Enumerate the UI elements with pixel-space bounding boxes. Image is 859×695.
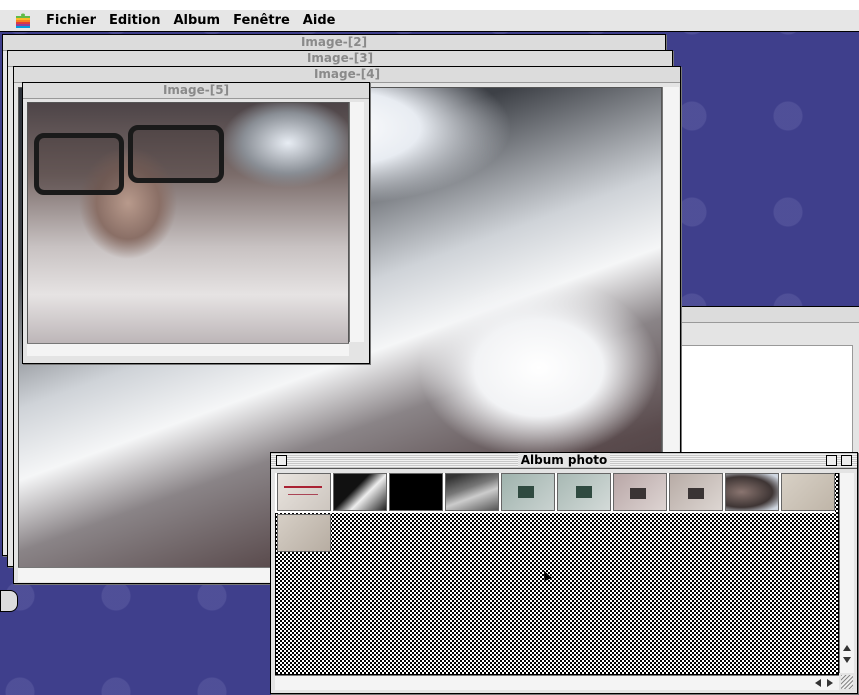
scroll-right-arrow-icon[interactable] [827,679,833,687]
glasses-left-lens [34,133,124,195]
menu-edition[interactable]: Edition [109,13,161,28]
thumbnail-face[interactable] [725,473,779,511]
scroll-down-arrow-icon[interactable] [843,657,851,663]
thumbnail-note[interactable] [277,473,331,511]
thumbnail-camera-4[interactable] [669,473,723,511]
menu-fenetre[interactable]: Fenêtre [233,13,290,28]
menu-bar: Fichier Edition Album Fenêtre Aide [0,10,859,32]
image-5-photo [27,102,349,344]
glasses-right-lens [128,125,224,183]
thumbnail-camera-2[interactable] [557,473,611,511]
resize-grip-icon[interactable] [841,675,853,689]
desktop: Fichier Edition Album Fenêtre Aide Image… [0,0,859,695]
image-2-title[interactable]: Image-[2] [3,35,665,51]
close-box-icon[interactable] [276,455,287,466]
scroll-up-arrow-icon[interactable] [843,645,851,651]
thumbnail-cable[interactable] [781,473,835,511]
thumbnail-shirt[interactable] [277,514,331,552]
image-5-title[interactable]: Image-[5] [23,83,369,99]
background-window-titlebar[interactable] [677,307,859,323]
image-5-horizontal-scrollbar[interactable] [27,343,349,356]
scroll-left-arrow-icon[interactable] [815,679,821,687]
image-4-title[interactable]: Image-[4] [14,67,680,83]
collapsed-drawer-tab[interactable] [0,590,18,612]
menu-aide[interactable]: Aide [303,13,336,28]
background-window[interactable] [676,306,859,468]
thumbnail-hand[interactable] [445,473,499,511]
album-thumbnail-strip [275,473,835,513]
album-horizontal-scrollbar[interactable] [275,675,839,690]
album-vertical-scrollbar[interactable] [839,473,854,673]
image-3-title[interactable]: Image-[3] [8,51,672,67]
background-window-content [681,345,853,467]
album-title: Album photo [517,453,611,467]
screen-top-strip [0,0,859,10]
album-titlebar[interactable]: Album photo [271,453,857,469]
thumbnail-black[interactable] [389,473,443,511]
thumbnail-dark-screen[interactable] [333,473,387,511]
apple-menu-icon[interactable] [14,13,32,29]
thumbnail-camera-3[interactable] [613,473,667,511]
image-5-vertical-scrollbar[interactable] [349,102,364,342]
image-5-window[interactable]: Image-[5] [22,82,370,364]
thumbnail-camera-1[interactable] [501,473,555,511]
menu-fichier[interactable]: Fichier [46,13,96,28]
menu-album[interactable]: Album [173,13,220,28]
collapse-box-icon[interactable] [841,455,852,466]
zoom-box-icon[interactable] [826,455,837,466]
